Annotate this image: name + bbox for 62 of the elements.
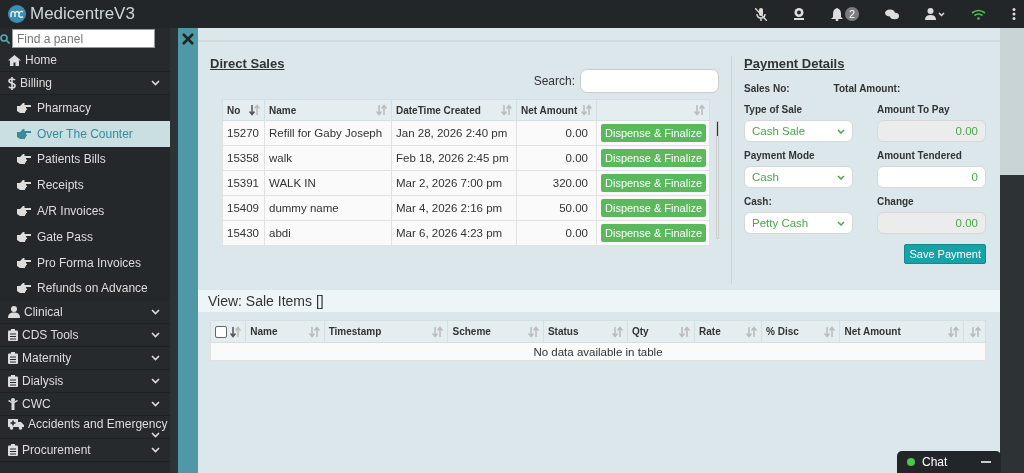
- sidebar-subitem[interactable]: Pharmacy: [0, 95, 170, 121]
- field-label: Payment Mode: [744, 150, 816, 161]
- table-cell: 50.00: [516, 195, 597, 221]
- field-label: Cash:: [744, 196, 773, 207]
- column-header[interactable]: Net Amount: [516, 99, 597, 121]
- column-header[interactable]: Qty: [627, 320, 695, 343]
- section-title: Payment Details: [744, 56, 845, 71]
- table-cell: abdi: [264, 220, 392, 246]
- column-header[interactable]: Name: [245, 320, 325, 343]
- panel-search-field[interactable]: Find a panel: [12, 29, 155, 48]
- column-header[interactable]: Net Amount: [840, 320, 964, 343]
- column-header[interactable]: Name: [264, 99, 392, 121]
- field-label: Change: [877, 196, 915, 207]
- table-cell: 15409: [222, 195, 265, 221]
- column-header[interactable]: Rate: [694, 320, 762, 343]
- sidebar-item[interactable]: Home: [0, 49, 170, 72]
- table-cell: WALK IN: [264, 170, 392, 196]
- sidebar-item[interactable]: Maternity: [0, 347, 170, 371]
- sidebar-subitem[interactable]: Receipts: [0, 172, 170, 199]
- table-cell: Feb 18, 2026 2:45 pm: [391, 145, 517, 171]
- table-cell: 15391: [222, 170, 265, 196]
- field-label: Total Amount:: [833, 83, 901, 94]
- column-header[interactable]: No: [222, 99, 265, 121]
- field-label: Amount To Pay: [877, 104, 951, 115]
- sidebar-subitem[interactable]: A/R Invoices: [0, 198, 170, 224]
- table-cell: Mar 2, 2026 7:00 pm: [391, 170, 517, 196]
- section-title: Direct Sales: [210, 56, 285, 71]
- table-cell: dummy name: [264, 195, 392, 221]
- column-header[interactable]: Timestamp: [324, 320, 448, 343]
- app-title: MedicentreV3: [30, 4, 135, 24]
- sidebar-subitem[interactable]: Pro Forma Invoices: [0, 249, 170, 276]
- table-cell: Refill for Gaby Joseph: [264, 120, 392, 146]
- sidebar-item[interactable]: Procurement: [0, 439, 170, 463]
- table-cell: 15358: [222, 145, 265, 171]
- notification-badge: 2: [844, 7, 859, 21]
- sidebar-subitem[interactable]: Patients Bills: [0, 146, 170, 173]
- field-label: Type of Sale: [744, 104, 804, 115]
- section-title: View: Sale Items []: [208, 293, 324, 309]
- table-cell: Mar 4, 2026 2:16 pm: [391, 195, 517, 221]
- sidebar-item[interactable]: CDS Tools: [0, 324, 170, 348]
- table-cell: Mar 6, 2026 4:23 pm: [391, 220, 517, 246]
- column-header[interactable]: Scheme: [448, 320, 544, 343]
- field-label: Sales No:: [744, 83, 790, 94]
- table-cell: 0.00: [516, 220, 597, 246]
- sidebar-subitem[interactable]: Refunds on Advance: [0, 275, 170, 302]
- sidebar-item[interactable]: Accidents and Emergency: [0, 416, 170, 440]
- table-cell: Jan 28, 2026 2:40 pm: [391, 120, 517, 146]
- table-cell: 0.00: [516, 120, 597, 146]
- sidebar-subitem[interactable]: Gate Pass: [0, 224, 170, 250]
- sidebar-item[interactable]: Dialysis: [0, 370, 170, 394]
- search-label: Search:: [533, 74, 575, 88]
- table-cell: 15270: [222, 120, 265, 146]
- table-cell: 320.00: [516, 170, 597, 196]
- column-header[interactable]: Status: [543, 320, 628, 343]
- sidebar-item[interactable]: Clinical: [0, 301, 170, 325]
- sidebar-item[interactable]: CWC: [0, 393, 170, 417]
- field-label: Amount Tendered: [877, 150, 963, 161]
- table-cell: 0.00: [516, 145, 597, 171]
- column-header[interactable]: DateTime Created: [391, 99, 517, 121]
- table-cell: walk: [264, 145, 392, 171]
- column-header[interactable]: % Disc: [761, 320, 840, 343]
- table-cell: 15430: [222, 220, 265, 246]
